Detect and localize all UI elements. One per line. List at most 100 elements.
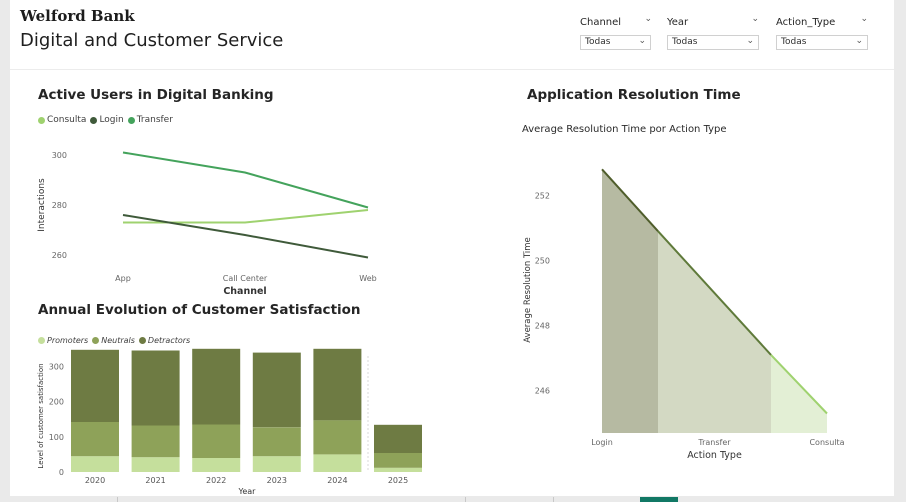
x-tick-label: Transfer — [697, 438, 731, 447]
y-tick-label: 280 — [52, 201, 67, 210]
tab-divider — [553, 497, 554, 502]
y-axis-label: Average Resolution Time — [523, 237, 533, 343]
bar-segment-promoters — [313, 454, 362, 472]
x-tick-label: Call Center — [223, 274, 268, 283]
bar-segment-neutrals — [313, 420, 362, 455]
x-tick-label: Consulta — [809, 438, 844, 447]
x-tick-label: App — [115, 274, 131, 283]
y-tick-label: 300 — [52, 151, 67, 160]
x-tick-label: 2021 — [145, 476, 165, 485]
bar-segment-detractors — [374, 424, 422, 453]
active-users-title: Active Users in Digital Banking — [38, 87, 274, 103]
resolution-subtitle: Average Resolution Time por Action Type — [522, 124, 727, 135]
action-type-dropdown[interactable]: Todas ⌄ — [776, 35, 868, 50]
tab-divider — [117, 497, 118, 502]
slicer-value: Todas — [585, 37, 611, 47]
chevron-down-icon[interactable]: ⌄ — [644, 14, 652, 24]
x-tick-label: Web — [359, 274, 376, 283]
y-tick-label: 246 — [535, 387, 550, 396]
bar-segment-neutrals — [192, 424, 241, 458]
satisfaction-bar-chart[interactable]: 0 100 200 300 Level of customer satisfaction… — [30, 346, 430, 496]
area-segment — [658, 231, 771, 433]
y-tick-label: 200 — [49, 398, 64, 407]
area-segment — [602, 169, 658, 434]
slicer-label: Year — [667, 17, 689, 28]
bar-segment-detractors — [71, 349, 119, 422]
chevron-down-icon[interactable]: ⌄ — [855, 36, 863, 46]
x-axis-label: Channel — [223, 286, 266, 297]
header-divider — [10, 69, 894, 70]
y-tick-label: 0 — [59, 468, 64, 477]
chevron-down-icon[interactable]: ⌄ — [751, 14, 759, 24]
bar-segment-neutrals — [374, 453, 422, 468]
legend-label: Transfer — [136, 115, 173, 125]
x-axis-label: Year — [238, 487, 257, 496]
y-tick-label: 260 — [52, 251, 67, 260]
y-tick-label: 300 — [49, 362, 64, 371]
bar-segment-promoters — [71, 456, 119, 472]
bar-segment-neutrals — [71, 422, 119, 457]
legend-label: Promoters — [47, 336, 89, 345]
y-axis-label: Level of customer satisfaction — [37, 363, 45, 468]
legend-label: Consulta — [47, 115, 87, 125]
page-title: Digital and Customer Service — [20, 30, 284, 51]
legend-item[interactable]: Login — [90, 115, 124, 125]
legend-item[interactable]: Consulta — [38, 115, 86, 125]
legend-item[interactable]: Transfer — [127, 115, 173, 125]
bar-segment-detractors — [252, 352, 301, 428]
legend-dot — [38, 337, 45, 344]
x-axis-label: Action Type — [687, 450, 742, 461]
legend-item[interactable]: Detractors — [138, 336, 191, 345]
slicer-label: Channel — [580, 17, 622, 28]
bar-segment-promoters — [192, 457, 241, 472]
chevron-down-icon[interactable]: ⌄ — [638, 36, 646, 46]
legend-dot — [92, 337, 100, 344]
legend-dot — [138, 337, 146, 344]
y-tick-label: 100 — [49, 433, 64, 442]
x-tick-label: 2023 — [267, 476, 287, 485]
slicer-value: Todas — [781, 37, 807, 47]
channel-dropdown[interactable]: Todas ⌄ — [580, 35, 651, 50]
x-tick-label: 2020 — [85, 476, 105, 485]
tab-divider — [465, 497, 466, 502]
resolution-title: Application Resolution Time — [527, 87, 741, 103]
slicer-value: Todas — [672, 37, 698, 47]
chevron-down-icon[interactable]: ⌄ — [860, 14, 868, 24]
chevron-down-icon[interactable]: ⌄ — [746, 36, 754, 46]
y-axis-label: Interactions — [37, 178, 47, 232]
bar-segment-promoters — [252, 456, 301, 472]
legend-label: Neutrals — [101, 336, 135, 345]
x-tick-label: 2025 — [388, 476, 408, 485]
year-dropdown[interactable]: Todas ⌄ — [667, 35, 759, 50]
legend-dot — [90, 116, 98, 124]
active-users-line-chart[interactable]: 260 280 300 Interactions App Call Center Web Ch… — [30, 140, 400, 300]
tab-active-page[interactable] — [640, 497, 678, 502]
bar-segment-detractors — [192, 348, 241, 425]
series-line-transfer — [122, 151, 369, 209]
active-users-legend: Consulta Login Transfer — [38, 115, 177, 125]
legend-label: Detractors — [147, 336, 191, 345]
bar-segment-detractors — [131, 350, 180, 426]
resolution-area-chart[interactable]: 246 248 250 252 Average Resolution Time Login… — [515, 140, 885, 465]
y-tick-label: 248 — [535, 322, 550, 331]
bar-segment-neutrals — [131, 425, 180, 458]
legend-item[interactable]: Promoters — [38, 336, 88, 345]
y-tick-label: 250 — [535, 256, 550, 265]
x-tick-label: Login — [591, 438, 613, 447]
area-segment — [771, 354, 827, 433]
legend-label: Login — [99, 115, 124, 125]
satisfaction-legend: Promoters Neutrals Detractors — [38, 336, 194, 345]
bar-segment-promoters — [374, 467, 422, 472]
legend-dot — [127, 116, 135, 124]
bank-name: Welford Bank — [20, 7, 135, 25]
page-tab-strip — [0, 496, 906, 502]
y-tick-label: 252 — [535, 191, 550, 200]
x-tick-label: 2022 — [206, 476, 226, 485]
legend-dot — [38, 116, 45, 124]
satisfaction-title: Annual Evolution of Customer Satisfactio… — [38, 302, 361, 318]
legend-item[interactable]: Neutrals — [92, 336, 135, 345]
x-tick-label: 2024 — [327, 476, 347, 485]
bar-segment-detractors — [313, 348, 362, 421]
series-line-login — [122, 214, 369, 259]
bar-segment-neutrals — [252, 427, 301, 457]
